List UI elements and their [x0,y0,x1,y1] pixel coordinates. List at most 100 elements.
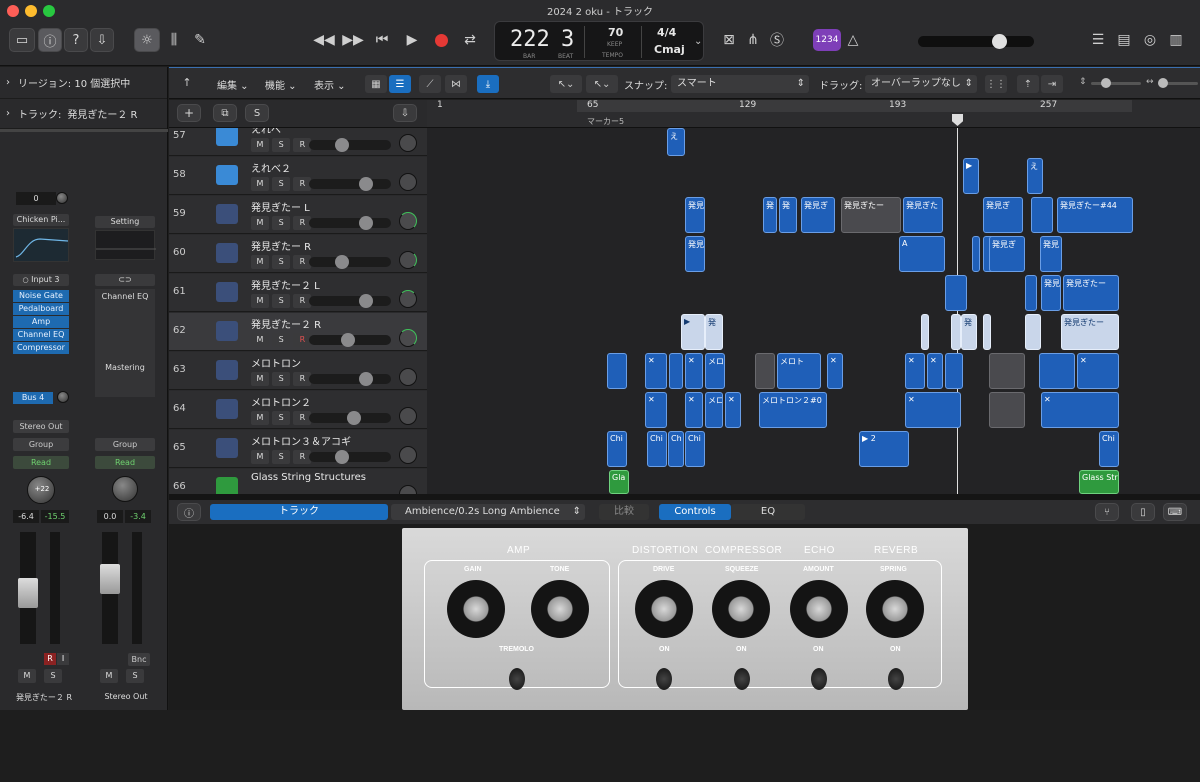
mute-button[interactable]: M [18,669,36,683]
region[interactable]: 発見 [685,197,705,233]
track-header-selected[interactable]: 62 発見ぎたー２ R M S R [169,313,427,351]
list-view-icon[interactable]: ☰ [389,75,411,93]
solo-button[interactable]: S [272,372,291,386]
timeline-ruler[interactable]: 1 65 129 193 257 マーカー5 [427,100,1200,128]
region[interactable]: 発 [779,197,797,233]
amount-knob[interactable] [790,580,848,638]
region-muted[interactable]: 発見ぎたー [841,197,901,233]
track-inspector-header[interactable]: › トラック: 発見ぎたー２ R [0,99,167,129]
region[interactable] [1039,353,1075,389]
track-name[interactable]: 発見ぎたー R [251,238,311,253]
region-selected[interactable]: 発 [705,314,723,350]
balance-knob[interactable] [112,476,138,502]
region[interactable]: メロ [705,392,723,428]
plugin-mastering[interactable]: Mastering [95,363,155,372]
vertical-zoom-thumb[interactable] [1101,78,1111,88]
mixer-icon[interactable]: ⫼ [162,28,186,52]
region-inspector-header[interactable]: › リージョン: 10 個選択中 [0,67,167,99]
toolbar-icon[interactable]: ⇩ [90,28,114,52]
region[interactable]: ✕ [645,353,667,389]
add-track-button[interactable]: + [177,104,201,122]
pan-knob[interactable] [399,329,417,347]
eq-thumbnail[interactable] [95,230,156,260]
region[interactable]: Ch [668,431,684,467]
region-selected[interactable] [1025,314,1041,350]
region[interactable]: メロト [777,353,821,389]
track-name[interactable]: Glass String Structures [251,472,366,483]
region[interactable]: ▶ [963,158,979,194]
play-icon[interactable]: ▶ [400,28,424,52]
region[interactable] [972,236,980,272]
global-solo-button[interactable]: S [245,104,269,122]
flex-icon[interactable]: ⋈ [445,75,467,93]
setting-slot[interactable]: Setting [95,216,155,228]
pan-knob[interactable] [399,173,417,191]
automation-icon[interactable]: ⟋ [419,75,441,93]
gain-knob[interactable] [56,192,68,204]
volume-thumb[interactable] [341,333,355,347]
track-header[interactable]: 64 メロトロン２ M S R [169,391,427,429]
volume-slider[interactable] [309,411,391,425]
track-header[interactable]: 59 発見ぎたー L M S R [169,196,427,234]
echo-toggle[interactable] [811,668,827,690]
region[interactable]: 発見ぎ [801,197,835,233]
go-to-start-icon[interactable]: ⏮ [370,28,394,52]
solo-button[interactable]: S [272,216,291,230]
pan-knob[interactable] [399,485,417,494]
region[interactable] [607,353,627,389]
region[interactable] [1025,275,1037,311]
volume-thumb[interactable] [335,450,349,464]
track-header[interactable]: 66 Glass String Structures [169,469,427,494]
pan-knob[interactable] [399,368,417,386]
solo-button[interactable]: S [272,333,291,347]
region[interactable] [1031,197,1053,233]
secondary-tool-icon[interactable]: ↖⌄ [586,75,618,93]
volume-thumb[interactable] [347,411,361,425]
volume-fader[interactable] [18,578,38,608]
region-selected[interactable] [951,314,961,350]
compare-button[interactable]: 比較 [599,504,649,520]
eq-thumbnail[interactable] [13,228,69,262]
solo-button[interactable]: S [272,177,291,191]
lcd-display[interactable]: 222 3 BAR BEAT 70 KEEP TEMPO 4/4 Cmaj ⌄ [494,21,704,61]
library-icon[interactable]: ▭ [9,28,35,52]
track-name[interactable]: えれべ [251,128,281,136]
region[interactable]: ✕ [927,353,943,389]
pointer-tool-icon[interactable]: ↖⌄ [550,75,582,93]
region[interactable]: ✕ [1077,353,1119,389]
track-name[interactable]: メロトロン３＆アコギ [251,433,351,448]
record-enable-button[interactable]: R [44,653,56,665]
smart-controls-icon[interactable]: ☼ [134,28,160,52]
region[interactable]: ▶ 2 [859,431,909,467]
track-header[interactable]: 60 発見ぎたー R M S R [169,235,427,273]
region[interactable]: Gla [609,470,629,494]
plugin-compressor[interactable]: Compressor [13,342,69,354]
chevron-down-icon[interactable]: ⌄ [694,36,702,47]
mute-button[interactable]: M [251,255,269,269]
mute-button[interactable]: M [251,450,269,464]
tuner-icon[interactable]: ⋔ [742,28,764,52]
track-name[interactable]: メロトロン [251,355,301,370]
record-icon[interactable] [435,34,448,47]
region[interactable]: 発見ぎ [989,236,1025,272]
region[interactable] [945,353,963,389]
volume-thumb[interactable] [335,138,349,152]
region[interactable]: Chi [685,431,705,467]
region[interactable]: 発見ぎた [903,197,943,233]
send-slot[interactable]: Bus 4 [13,392,53,404]
drag-dropdown[interactable]: オーバーラップなし ⇕ [865,75,977,93]
solo-icon[interactable]: Ⓢ [766,28,788,52]
duplicate-track-icon[interactable]: ⧉ [213,104,237,122]
region[interactable]: ✕ [905,353,925,389]
volume-slider[interactable] [309,294,391,308]
pan-knob[interactable] [399,134,417,152]
tuning-fork-icon[interactable]: ⑂ [1095,503,1119,521]
track-header[interactable]: 57 えれべ M S R [169,128,427,156]
browser-icon[interactable]: ▥ [1164,28,1188,52]
automation-mode[interactable]: Read [13,456,69,469]
pan-knob[interactable] [399,407,417,425]
rewind-icon[interactable]: ◀◀ [312,28,336,52]
region-selected[interactable] [921,314,929,350]
spring-knob[interactable] [866,580,924,638]
info-icon[interactable]: ⓘ [177,503,201,521]
